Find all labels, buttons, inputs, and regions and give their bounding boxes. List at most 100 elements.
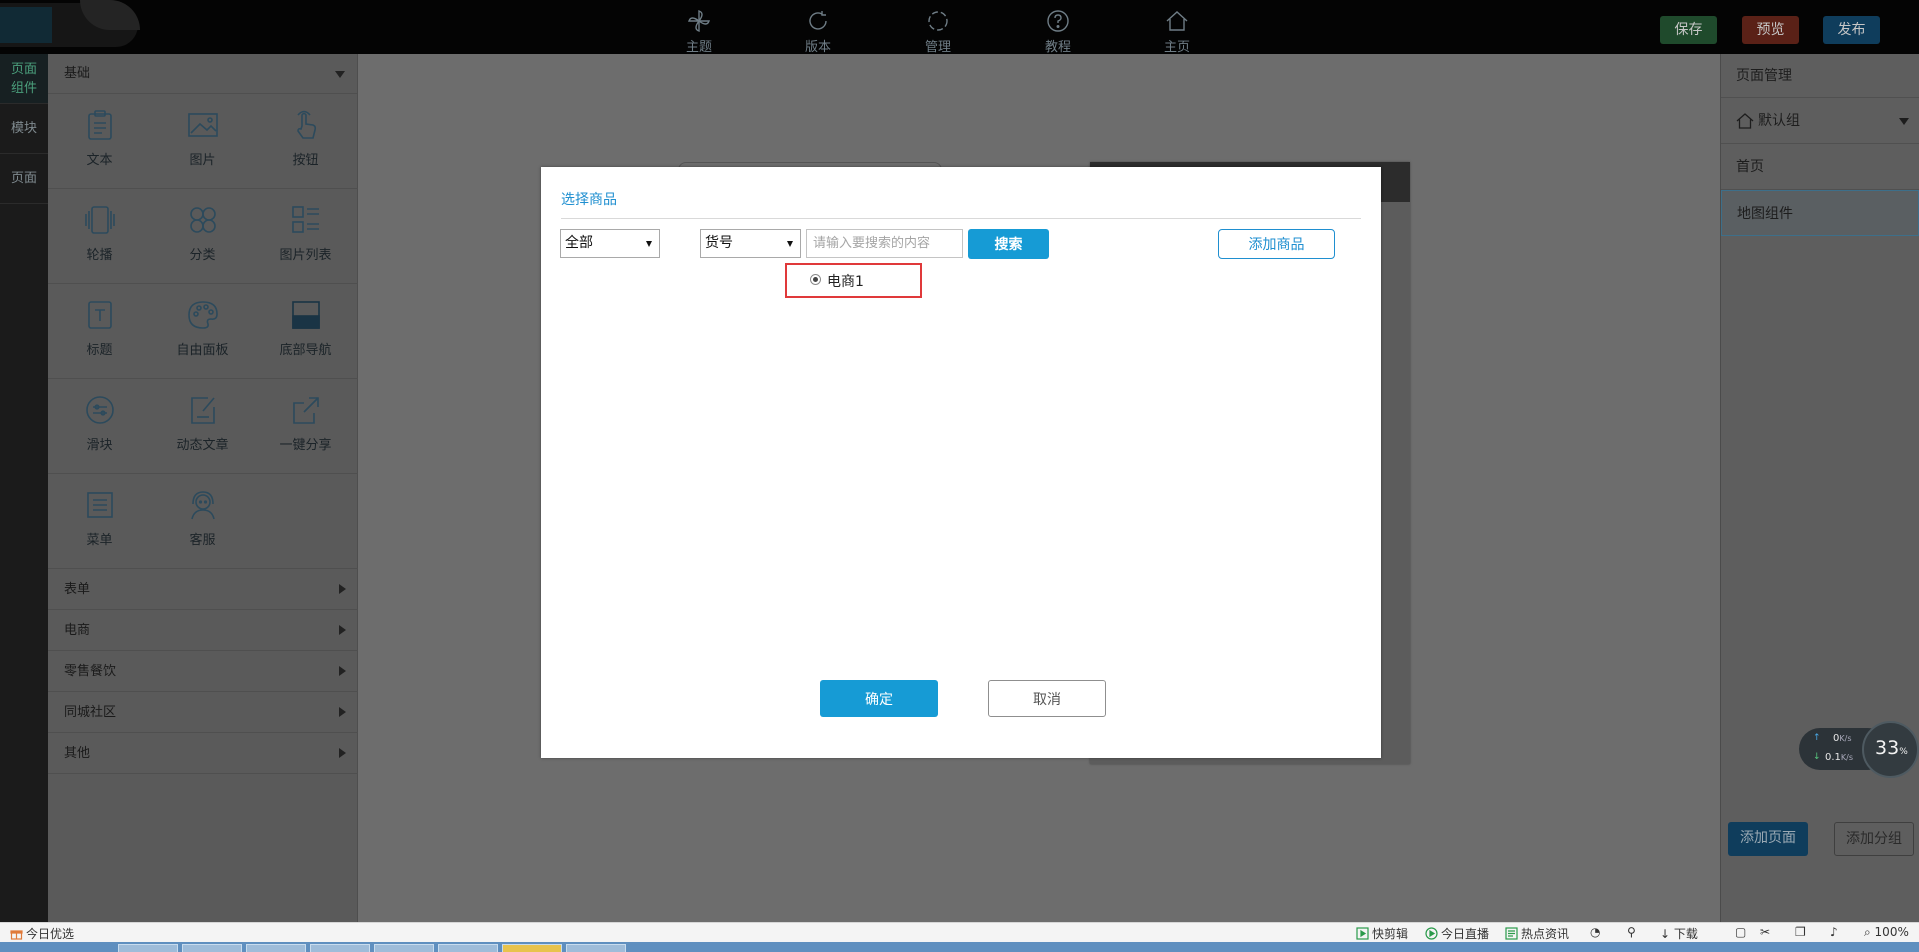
cpu-usage-gauge[interactable]: 33% bbox=[1862, 721, 1919, 778]
component-label: 滑块 bbox=[86, 438, 113, 453]
component-text[interactable]: 文本 bbox=[48, 94, 151, 189]
download-speed: 0.1K/s bbox=[1825, 752, 1854, 763]
category-other[interactable]: 其他 bbox=[48, 733, 358, 774]
component-label: 轮播 bbox=[86, 248, 113, 263]
component-category[interactable]: 分类 bbox=[151, 189, 254, 284]
topnav-label: 教程 bbox=[1044, 40, 1071, 55]
component-label: 自由面板 bbox=[176, 343, 229, 358]
component-image[interactable]: 图片 bbox=[151, 94, 254, 189]
topnav-tutorial[interactable]: 教程 bbox=[1023, 0, 1093, 55]
taskbar-button[interactable] bbox=[438, 944, 498, 952]
component-slider[interactable]: 滑块 bbox=[48, 379, 151, 474]
cpu-usage-value: 33% bbox=[1875, 737, 1908, 759]
taskbar-button[interactable] bbox=[374, 944, 434, 952]
component-row: 文本 图片 按钮 bbox=[48, 94, 358, 189]
component-row: 轮播 分类 图片列表 bbox=[48, 189, 358, 284]
category-form[interactable]: 表单 bbox=[48, 569, 358, 610]
component-label: 底部导航 bbox=[279, 343, 332, 358]
add-page-button[interactable]: 添加页面 bbox=[1728, 822, 1808, 856]
publish-button[interactable]: 发布 bbox=[1823, 16, 1880, 44]
bottom-nav-icon bbox=[291, 301, 320, 329]
category-retail-dining[interactable]: 零售餐饮 bbox=[48, 651, 358, 692]
taskbar-button[interactable] bbox=[246, 944, 306, 952]
download-link[interactable]: ↓ 下载 bbox=[1660, 925, 1698, 942]
components-panel: 基础 文本 图片 按钮 轮播 分类 图片列表 标题 自由面板 底部导航 滑块 动… bbox=[48, 54, 358, 922]
live-today-link[interactable]: 今日直播 bbox=[1425, 925, 1489, 942]
goods-result-item[interactable]: 电商1 bbox=[785, 263, 922, 298]
topnav-manage[interactable]: 管理 bbox=[903, 0, 973, 55]
component-label: 动态文章 bbox=[176, 438, 229, 453]
component-label: 按钮 bbox=[292, 153, 319, 168]
component-label: 文本 bbox=[86, 153, 113, 168]
browser-status-bar: 今日优选 快剪辑 今日直播 热点资讯 ◔ ⚲ ↓ 下载 ▢ ✂ ❐ ♪ ⌕ 10… bbox=[0, 922, 1919, 942]
refresh-icon bbox=[809, 11, 827, 30]
add-goods-button[interactable]: 添加商品 bbox=[1218, 229, 1335, 259]
chevron-right-icon bbox=[339, 666, 346, 676]
taskbar-button[interactable] bbox=[502, 944, 562, 952]
component-row: 标题 自由面板 底部导航 bbox=[48, 284, 358, 379]
logo bbox=[0, 0, 140, 47]
rail-tab-pages[interactable]: 页面 bbox=[0, 154, 48, 204]
component-one-click-share[interactable]: 一键分享 bbox=[254, 379, 357, 474]
taskbar-button[interactable] bbox=[118, 944, 178, 952]
rail-tab-modules[interactable]: 模块 bbox=[0, 104, 48, 154]
save-button[interactable]: 保存 bbox=[1660, 16, 1717, 44]
topnav-home[interactable]: 主页 bbox=[1142, 0, 1212, 55]
page-group-default[interactable]: 默认组 bbox=[1721, 98, 1919, 144]
volume-icon[interactable]: ♪ bbox=[1830, 925, 1838, 939]
confirm-button[interactable]: 确定 bbox=[820, 680, 938, 717]
fullscreen-icon[interactable]: ▢ bbox=[1735, 925, 1746, 939]
screenshot-icon[interactable]: ✂ bbox=[1760, 925, 1770, 939]
search-field-select[interactable]: 货号 bbox=[700, 229, 801, 258]
search-button[interactable]: 搜索 bbox=[968, 229, 1049, 259]
gift-icon bbox=[10, 930, 23, 940]
category-local-community[interactable]: 同城社区 bbox=[48, 692, 358, 733]
category-label: 同城社区 bbox=[64, 705, 117, 720]
topnav-version[interactable]: 版本 bbox=[783, 0, 853, 55]
component-bottom-nav[interactable]: 底部导航 bbox=[254, 284, 357, 379]
component-label: 菜单 bbox=[86, 533, 113, 548]
page-item-home[interactable]: 首页 bbox=[1721, 144, 1919, 190]
component-button[interactable]: 按钮 bbox=[254, 94, 357, 189]
category-ecommerce[interactable]: 电商 bbox=[48, 610, 358, 651]
component-carousel[interactable]: 轮播 bbox=[48, 189, 151, 284]
category-filter-select[interactable]: 全部 bbox=[560, 229, 660, 258]
chevron-right-icon bbox=[339, 748, 346, 758]
speedometer-icon[interactable]: ◔ bbox=[1590, 925, 1600, 939]
category-label: 其他 bbox=[64, 746, 91, 761]
quick-edit-link[interactable]: 快剪辑 bbox=[1356, 925, 1408, 942]
topnav-label: 主页 bbox=[1163, 40, 1190, 55]
preview-button[interactable]: 预览 bbox=[1742, 16, 1799, 44]
topnav-label: 管理 bbox=[924, 40, 951, 55]
today-picks-link[interactable]: 今日优选 bbox=[10, 925, 74, 942]
zoom-control[interactable]: ⌕ 100% bbox=[1864, 925, 1909, 940]
taskbar-button[interactable] bbox=[182, 944, 242, 952]
rail-tab-page-components[interactable]: 页面组件 bbox=[0, 54, 55, 104]
radio-button[interactable] bbox=[810, 274, 821, 285]
window-icon[interactable]: ❐ bbox=[1795, 925, 1806, 939]
component-label: 图片 bbox=[189, 153, 216, 168]
component-dynamic-article[interactable]: 动态文章 bbox=[151, 379, 254, 474]
hot-news-link[interactable]: 热点资讯 bbox=[1505, 925, 1569, 942]
taskbar-button[interactable] bbox=[310, 944, 370, 952]
component-image-list[interactable]: 图片列表 bbox=[254, 189, 357, 284]
component-menu[interactable]: 菜单 bbox=[48, 474, 151, 569]
topnav-theme[interactable]: 主题 bbox=[664, 0, 734, 55]
cancel-button[interactable]: 取消 bbox=[988, 680, 1106, 717]
taskbar-button[interactable] bbox=[566, 944, 626, 952]
pinwheel-icon bbox=[688, 10, 710, 32]
top-toolbar: 主题 版本 管理 教程 主页 保存 预览 发布 bbox=[0, 0, 1919, 55]
component-title[interactable]: 标题 bbox=[48, 284, 151, 379]
cycle-icon bbox=[928, 11, 948, 31]
topnav-label: 版本 bbox=[804, 40, 831, 55]
search-input[interactable] bbox=[806, 229, 963, 258]
component-free-panel[interactable]: 自由面板 bbox=[151, 284, 254, 379]
category-basic-header[interactable]: 基础 bbox=[48, 54, 357, 94]
page-item-map-component[interactable]: 地图组件 bbox=[1721, 190, 1919, 236]
add-group-button[interactable]: 添加分组 bbox=[1834, 822, 1914, 856]
chevron-down-icon bbox=[335, 71, 345, 78]
slider-icon bbox=[85, 396, 114, 424]
component-customer-service[interactable]: 客服 bbox=[151, 474, 254, 569]
os-taskbar bbox=[0, 942, 1919, 952]
pin-icon[interactable]: ⚲ bbox=[1627, 925, 1636, 939]
